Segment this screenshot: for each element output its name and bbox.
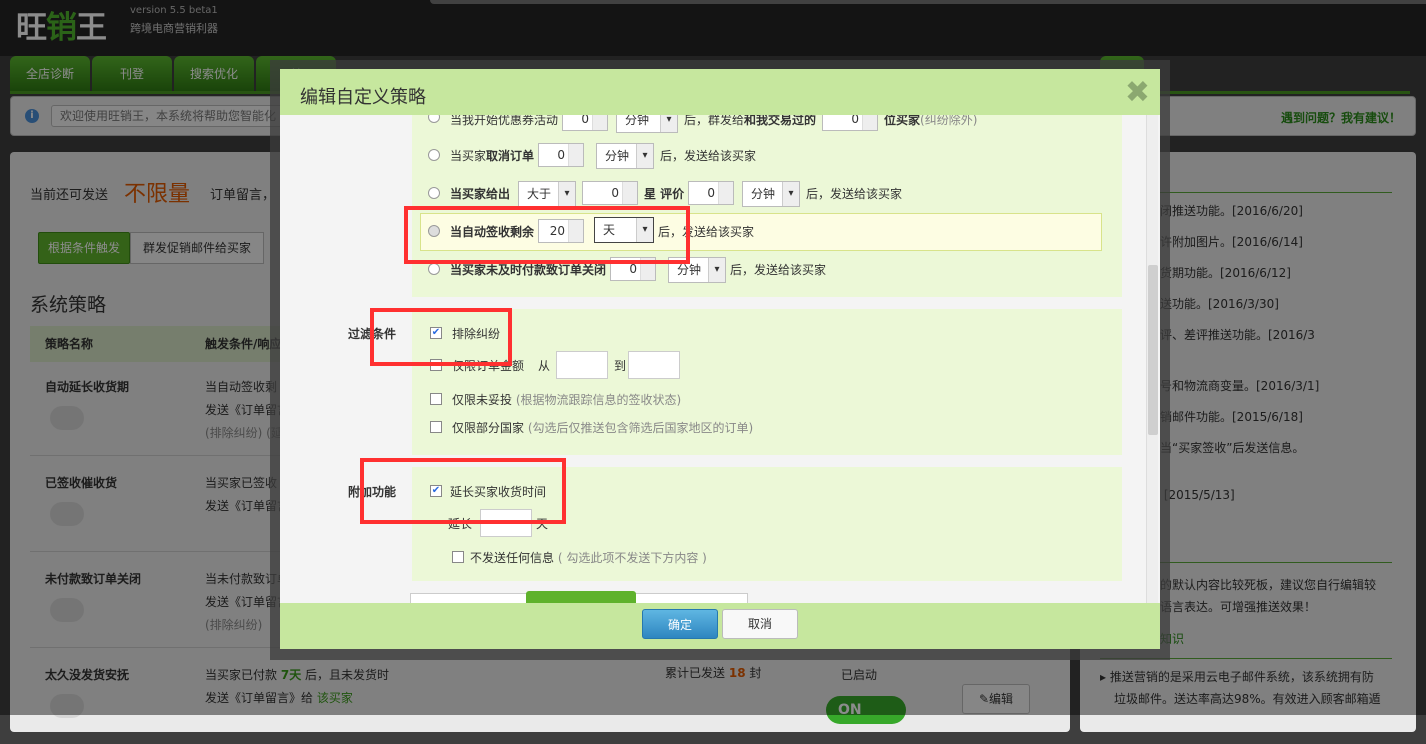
trigger-label: 当我开始优惠券活动 bbox=[450, 115, 559, 127]
trigger-radio[interactable] bbox=[428, 187, 440, 199]
unit-select[interactable]: 分钟 bbox=[616, 115, 678, 133]
filter-section: ✔ 排除纠纷 仅限订单金额 从 到 仅限未妥投 (根据物流跟踪信息的签收状态) … bbox=[412, 309, 1122, 455]
count-stepper[interactable]: 0 bbox=[822, 115, 878, 131]
to-label: 到 bbox=[614, 359, 627, 373]
amount-from-input[interactable] bbox=[556, 351, 608, 379]
close-icon[interactable]: ✖ bbox=[1125, 75, 1150, 110]
trigger-text: 后，群发给和我交易过的 bbox=[684, 115, 817, 127]
amount-to-input[interactable] bbox=[628, 351, 680, 379]
confirm-button[interactable]: 确定 bbox=[642, 609, 718, 639]
trigger-label: 当买家取消订单 bbox=[450, 149, 535, 163]
checkbox-label: 仅限部分国家 (勾选后仅推送包含筛选后国家地区的订单) bbox=[452, 421, 754, 435]
highlight-box bbox=[360, 458, 566, 524]
trigger-radio[interactable] bbox=[428, 149, 440, 161]
active-tab[interactable] bbox=[526, 591, 636, 603]
minutes-stepper[interactable]: 0 bbox=[688, 181, 734, 205]
trigger-text: 星 评价 bbox=[644, 187, 685, 201]
checkbox-label: 不发送任何信息 ( 勾选此项不发送下方内容 ) bbox=[470, 551, 707, 565]
unit-select[interactable]: 分钟 bbox=[596, 143, 654, 169]
countries-checkbox[interactable] bbox=[430, 421, 442, 433]
scroll-thumb[interactable] bbox=[1148, 265, 1158, 435]
star-stepper[interactable]: 0 bbox=[582, 181, 638, 205]
cancel-button[interactable]: 取消 bbox=[722, 609, 798, 639]
scrollbar[interactable] bbox=[1146, 115, 1158, 603]
highlight-box bbox=[404, 206, 690, 264]
trigger-text: 后，发送给该买家 bbox=[730, 263, 827, 277]
unit-select[interactable]: 分钟 bbox=[742, 181, 800, 207]
trigger-label: 当买家给出 bbox=[450, 187, 511, 201]
from-label: 从 bbox=[538, 359, 551, 373]
dialog-title: 编辑自定义策略 bbox=[300, 87, 426, 108]
undelivered-checkbox[interactable] bbox=[430, 393, 442, 405]
checkbox-label: 仅限未妥投 (根据物流跟踪信息的签收状态) bbox=[452, 393, 682, 407]
highlight-box bbox=[370, 308, 512, 366]
trigger-text: 后，发送给该买家 bbox=[806, 187, 903, 201]
trigger-radio[interactable] bbox=[428, 115, 440, 123]
no-send-checkbox[interactable] bbox=[452, 551, 464, 563]
trigger-radio[interactable] bbox=[428, 263, 440, 275]
minutes-stepper[interactable]: 0 bbox=[538, 143, 584, 167]
compare-select[interactable]: 大于 bbox=[518, 181, 576, 207]
trigger-text: 位买家(纠纷除外) bbox=[884, 115, 978, 127]
trigger-text: 后，发送给该买家 bbox=[660, 149, 757, 163]
minutes-stepper[interactable]: 0 bbox=[562, 115, 608, 131]
